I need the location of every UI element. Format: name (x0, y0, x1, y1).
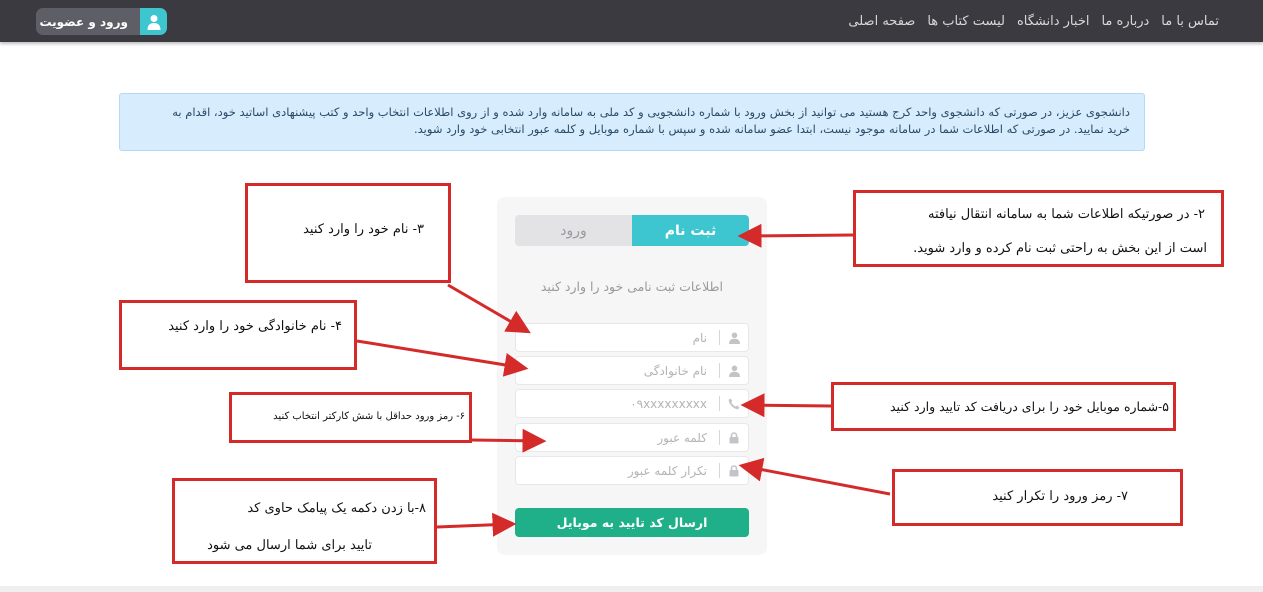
annotation-note-3: ۳- نام خود را وارد کنید (245, 183, 451, 283)
mobile-input[interactable] (516, 390, 719, 417)
nav-link-contact-us[interactable]: تماس با ما (1161, 14, 1219, 29)
nav-link-about-us[interactable]: درباره ما (1101, 14, 1149, 29)
nav-link-book-list[interactable]: لیست کتاب ها (927, 14, 1005, 29)
password-field (515, 423, 749, 452)
annotation-note-4-line-1: ۴- نام خانوادگی خود را وارد کنید (168, 319, 342, 334)
last-name-input[interactable] (516, 357, 719, 384)
annotation-note-5: ۵-شماره موبایل خود را برای دریافت کد تای… (831, 382, 1176, 431)
confirm-password-field (515, 456, 749, 485)
lock-icon (720, 457, 748, 484)
annotation-note-4: ۴- نام خانوادگی خود را وارد کنید (119, 300, 357, 370)
annotation-note-6-line-1: ۶- رمز ورود حداقل با شش کارکتر انتخاب کن… (273, 411, 465, 422)
nav-link-home[interactable]: صفحه اصلی (848, 14, 915, 29)
annotation-note-8-line-1: ۸-با زدن دکمه یک پیامک حاوی کد (247, 501, 426, 516)
tab-register[interactable]: ثبت نام (632, 215, 749, 246)
alert-line-2: خرید نمایید. در صورتی که اطلاعات شما در … (413, 122, 1130, 136)
tab-login[interactable]: ورود (515, 215, 632, 246)
annotation-note-6: ۶- رمز ورود حداقل با شش کارکتر انتخاب کن… (229, 392, 472, 443)
first-name-input[interactable] (516, 324, 719, 351)
alert-line-1: دانشجوی عزیز، در صورتی که دانشجوی واحد ک… (172, 105, 1130, 119)
send-verification-code-button[interactable]: ارسال کد تایید به موبایل (515, 508, 749, 537)
user-icon (720, 324, 748, 351)
annotation-note-2-line-2: است از این بخش به راحتی ثبت نام کرده و و… (913, 241, 1207, 256)
lock-icon (720, 424, 748, 451)
last-name-field (515, 356, 749, 385)
phone-icon (720, 390, 748, 417)
annotation-note-5-line-1: ۵-شماره موبایل خود را برای دریافت کد تای… (890, 399, 1169, 414)
nav-links: صفحه اصلی لیست کتاب ها اخبار دانشگاه درب… (848, 0, 1219, 42)
page: صفحه اصلی لیست کتاب ها اخبار دانشگاه درب… (0, 0, 1263, 592)
footer-strip (0, 586, 1263, 592)
auth-tabs: ورود ثبت نام (515, 215, 749, 246)
annotation-note-7: ۷- رمز ورود را تکرار کنید (892, 469, 1183, 526)
first-name-field (515, 323, 749, 352)
mobile-field (515, 389, 749, 418)
top-navbar: صفحه اصلی لیست کتاب ها اخبار دانشگاه درب… (0, 0, 1263, 42)
nav-link-university-news[interactable]: اخبار دانشگاه (1017, 14, 1090, 29)
login-register-button[interactable]: ورود و عضویت (36, 8, 167, 35)
user-icon (720, 357, 748, 384)
annotation-note-8-line-2: تایید برای شما ارسال می شود (207, 538, 372, 553)
annotation-note-7-line-1: ۷- رمز ورود را تکرار کنید (992, 489, 1128, 504)
annotation-note-3-line-1: ۳- نام خود را وارد کنید (303, 222, 424, 237)
form-heading: اطلاعات ثبت نامی خود را وارد کنید (540, 279, 723, 294)
info-alert: دانشجوی عزیز، در صورتی که دانشجوی واحد ک… (119, 93, 1145, 151)
annotation-note-2-line-1: ۲- در صورتیکه اطلاعات شما به سامانه انتق… (928, 207, 1205, 222)
annotation-note-8: ۸-با زدن دکمه یک پیامک حاوی کد تایید برا… (172, 478, 437, 564)
login-register-label: ورود و عضویت (39, 14, 128, 29)
password-input[interactable] (516, 424, 719, 451)
user-icon (140, 8, 167, 35)
annotation-note-2: ۲- در صورتیکه اطلاعات شما به سامانه انتق… (853, 190, 1224, 267)
confirm-password-input[interactable] (516, 457, 719, 484)
register-panel: ورود ثبت نام اطلاعات ثبت نامی خود را وار… (497, 197, 767, 555)
